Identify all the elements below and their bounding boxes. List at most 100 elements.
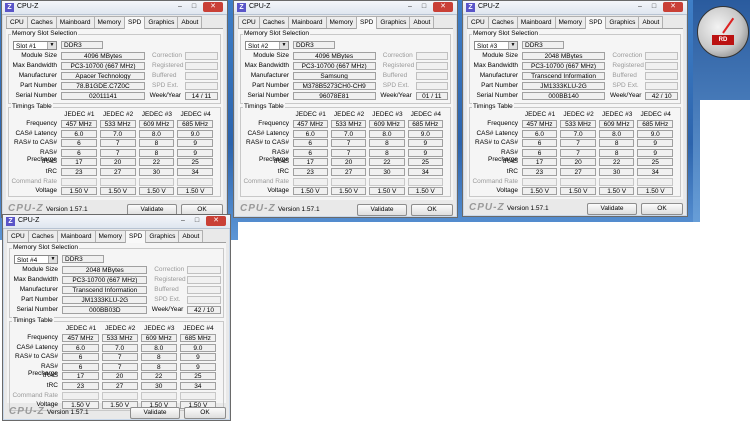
tab-memory[interactable]: Memory <box>93 16 125 28</box>
needle-icon <box>722 17 735 34</box>
tab-cpu[interactable]: CPU <box>6 16 28 28</box>
frequency-label: Frequency <box>487 120 518 127</box>
version-label: Version 1.57.1 <box>47 409 89 416</box>
ok-button[interactable]: OK <box>184 407 226 419</box>
minimize-button[interactable]: – <box>176 216 190 226</box>
chevron-down-icon: ▼ <box>279 42 288 49</box>
tab-caches[interactable]: Caches <box>487 16 518 28</box>
close-button[interactable]: ✕ <box>206 216 226 226</box>
validate-button[interactable]: Validate <box>587 203 637 215</box>
timing-cell: 457 MHz <box>61 120 97 128</box>
maximize-button[interactable]: □ <box>190 216 204 226</box>
tab-memory[interactable]: Memory <box>554 16 586 28</box>
tras-label: tRAS <box>502 158 518 166</box>
speedometer-gadget[interactable]: RD <box>697 6 749 58</box>
tab-graphics[interactable]: Graphics <box>376 16 411 28</box>
memory-slot-selection-title: Memory Slot Selection <box>472 30 540 37</box>
max-bandwidth-label: Max Bandwidth <box>13 276 58 283</box>
chevron-down-icon: ▼ <box>47 42 56 49</box>
tab-caches[interactable]: Caches <box>258 16 289 28</box>
title-bar[interactable]: Z CPU-Z – □ ✕ <box>2 1 227 15</box>
tab-mainboard[interactable]: Mainboard <box>516 16 556 28</box>
timings-table-title: Timings Table <box>11 103 53 110</box>
tab-cpu[interactable]: CPU <box>7 230 29 242</box>
ok-button[interactable]: OK <box>641 203 683 215</box>
timing-cell: 27 <box>99 168 136 176</box>
tab-spd[interactable]: SPD <box>123 16 146 29</box>
spd_ext-value <box>415 82 448 90</box>
slot-select[interactable]: Slot #2 ▼ <box>245 41 289 50</box>
close-button[interactable]: ✕ <box>663 2 683 12</box>
serial-number-label: Serial Number <box>476 92 518 99</box>
tab-spd[interactable]: SPD <box>124 230 147 243</box>
minimize-button[interactable]: – <box>403 2 417 12</box>
desktop-blank-area-bottom <box>238 222 750 422</box>
tab-cpu[interactable]: CPU <box>467 16 489 28</box>
memory-type: DDR3 <box>522 41 564 49</box>
jedec-header: JEDEC #4 <box>183 325 214 332</box>
timing-cell <box>521 177 558 186</box>
tab-cpu[interactable]: CPU <box>238 16 260 28</box>
tab-graphics[interactable]: Graphics <box>605 16 640 28</box>
timing-cell: 8 <box>138 148 175 157</box>
slot-select[interactable]: Slot #3 ▼ <box>474 41 518 50</box>
ras-to-cas-label: RAS# to CAS# <box>15 353 58 361</box>
cpuz-window: Z CPU-Z – □ ✕ CPU Caches Mainboard Memory SPD Grap… <box>462 0 688 217</box>
tab-spd[interactable]: SPD <box>355 16 378 29</box>
ok-button[interactable]: OK <box>411 204 453 216</box>
timing-cell: 25 <box>407 158 443 167</box>
jedec-header: JEDEC #3 <box>372 111 403 118</box>
tab-memory[interactable]: Memory <box>94 230 126 242</box>
tab-mainboard[interactable]: Mainboard <box>287 16 327 28</box>
tab-graphics[interactable]: Graphics <box>144 16 179 28</box>
timings-table-group: Timings Table JEDEC #1 JEDEC #2 JEDEC #3 JED… <box>469 103 681 197</box>
slot-select[interactable]: Slot #1 ▼ <box>13 41 57 50</box>
max-bandwidth-value: PC3-10700 (667 MHz) <box>521 62 606 70</box>
title-bar[interactable]: Z CPU-Z – □ ✕ <box>463 1 687 15</box>
cpuz-window: Z CPU-Z – □ ✕ CPU Caches Mainboard Memory SPD Grap… <box>233 0 458 218</box>
slot-select-value: Slot #2 <box>248 43 269 50</box>
tab-spd[interactable]: SPD <box>584 16 607 29</box>
serial-number-value: 000BB03D <box>62 306 148 314</box>
part-number-value: M378B5273CH0-CH9 <box>292 82 376 90</box>
tab-caches[interactable]: Caches <box>26 16 57 28</box>
tab-about[interactable]: About <box>409 16 435 28</box>
part-number-value: JM1333KLU-2G <box>62 296 148 304</box>
tab-about[interactable]: About <box>178 230 204 242</box>
tab-mainboard[interactable]: Mainboard <box>56 230 96 242</box>
slot-select[interactable]: Slot #4 ▼ <box>14 255 58 264</box>
manufacturer-label: Manufacturer <box>18 72 57 79</box>
tab-memory[interactable]: Memory <box>325 16 357 28</box>
title-bar[interactable]: Z CPU-Z – □ ✕ <box>3 215 230 229</box>
validate-button[interactable]: Validate <box>130 407 180 419</box>
tab-caches[interactable]: Caches <box>27 230 58 242</box>
part-number-label: Part Number <box>481 82 518 89</box>
maximize-button[interactable]: □ <box>647 2 661 12</box>
minimize-button[interactable]: – <box>173 2 187 12</box>
cpuz-brand-logo: CPU-Z <box>8 203 44 214</box>
registered-label: Registered <box>382 62 415 69</box>
tab-about[interactable]: About <box>177 16 203 28</box>
frequency-label: Frequency <box>26 120 57 127</box>
version-label: Version 1.57.1 <box>278 206 320 213</box>
close-button[interactable]: ✕ <box>203 2 223 12</box>
tab-about[interactable]: About <box>638 16 664 28</box>
memory-slot-selection-title: Memory Slot Selection <box>243 30 311 37</box>
title-bar[interactable]: Z CPU-Z – □ ✕ <box>234 1 457 15</box>
maximize-button[interactable]: □ <box>187 2 201 12</box>
close-button[interactable]: ✕ <box>433 2 453 12</box>
manufacturer-label: Manufacturer <box>250 72 289 79</box>
timing-cell: 8 <box>140 362 177 371</box>
maximize-button[interactable]: □ <box>417 2 431 12</box>
timings-table-group: Timings Table JEDEC #1 JEDEC #2 JEDEC #3 JED… <box>240 103 451 197</box>
timing-cell: 34 <box>637 168 673 176</box>
timing-cell: 22 <box>369 158 405 167</box>
validate-button[interactable]: Validate <box>357 204 407 216</box>
minimize-button[interactable]: – <box>633 2 647 12</box>
slot-select-value: Slot #1 <box>16 43 37 50</box>
timing-cell: 533 MHz <box>560 120 596 128</box>
tab-graphics[interactable]: Graphics <box>145 230 180 242</box>
part-number-value: JM1333KLU-2G <box>521 82 606 90</box>
timing-cell: 6.0 <box>61 129 97 138</box>
tab-mainboard[interactable]: Mainboard <box>55 16 95 28</box>
